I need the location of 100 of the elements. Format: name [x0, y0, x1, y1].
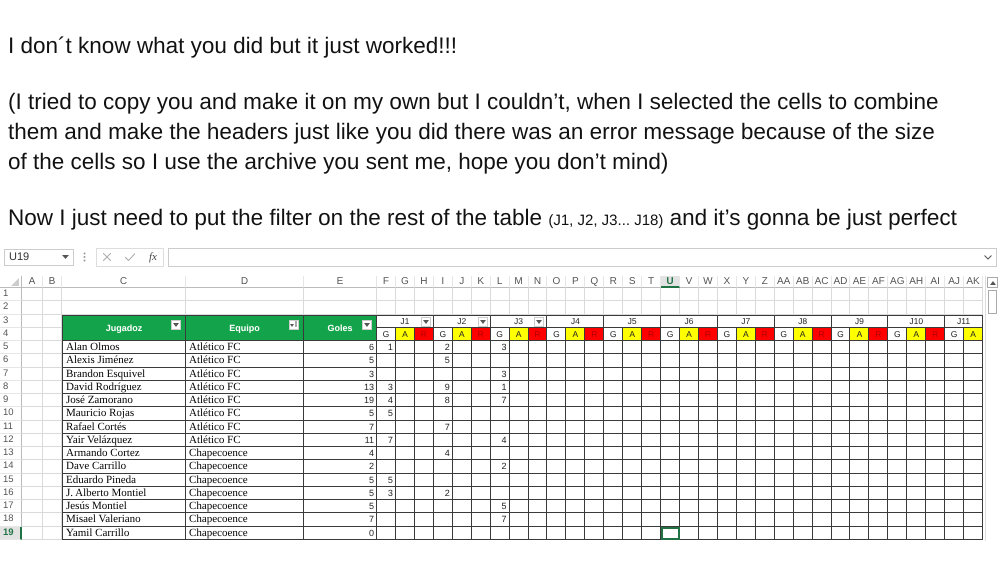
message-text: (I tried to copy you and make it on my own but I couldn’t, when I selected the cells to combine — [8, 88, 938, 116]
table-cell: 8 — [434, 394, 453, 408]
row-header[interactable]: 15 — [0, 474, 22, 487]
round-label: J8 — [798, 316, 808, 327]
column-header[interactable]: AD — [832, 276, 850, 288]
table-cell: 5 — [377, 407, 396, 420]
column-header[interactable]: Y — [736, 276, 756, 288]
table-cell: 4 — [490, 434, 510, 447]
row-header[interactable]: 7 — [0, 368, 22, 381]
column-header[interactable]: D — [186, 276, 304, 288]
row-header[interactable]: 12 — [0, 434, 22, 447]
table-cell: 9 — [434, 380, 453, 394]
table-cell: 5 — [304, 407, 377, 420]
header-label: Goles — [327, 322, 352, 334]
round-label: J10 — [909, 316, 924, 327]
column-header[interactable]: L — [490, 276, 510, 288]
row-header[interactable]: 2 — [0, 301, 22, 314]
column-header[interactable]: K — [472, 276, 491, 288]
row-header[interactable]: 16 — [0, 486, 22, 500]
table-cell: Atlético FC — [186, 354, 304, 368]
table-cell: 7 — [490, 394, 510, 408]
column-header[interactable]: N — [528, 276, 548, 288]
header-label: Jugadoz — [106, 322, 142, 334]
subheader-cell: G — [774, 328, 794, 341]
header-label: Equipo — [229, 322, 260, 334]
subheader-cell: G — [718, 328, 737, 341]
table-cell: 5 — [304, 474, 377, 487]
table-cell: Chapecoence — [186, 526, 304, 540]
column-header[interactable]: C — [62, 276, 186, 288]
row-header[interactable]: 5 — [0, 341, 22, 354]
row-header[interactable]: 14 — [0, 460, 22, 474]
row-header[interactable]: 9 — [0, 394, 22, 408]
column-header[interactable]: S — [623, 276, 642, 288]
row-header[interactable]: 3 — [0, 314, 22, 328]
column-header[interactable]: A — [22, 276, 43, 288]
column-header[interactable]: V — [680, 276, 699, 288]
row-header[interactable]: 10 — [0, 407, 22, 420]
subheader-cell: G — [604, 328, 624, 341]
column-header[interactable]: J — [452, 276, 472, 288]
row-header[interactable]: 11 — [0, 420, 22, 434]
column-header[interactable]: P — [566, 276, 586, 288]
round-label: J7 — [741, 316, 750, 327]
column-header[interactable]: E — [304, 276, 377, 288]
row-header[interactable]: 4 — [0, 328, 22, 341]
table-cell: Chapecoence — [186, 474, 304, 487]
table-cell: 5 — [304, 354, 377, 368]
row-header[interactable]: 6 — [0, 354, 22, 368]
column-header[interactable]: AB — [794, 276, 813, 288]
table-cell: 4 — [304, 447, 377, 460]
column-header[interactable]: I — [434, 276, 453, 288]
table-cell: 5 — [434, 354, 453, 368]
row-header[interactable]: 17 — [0, 500, 22, 514]
column-header[interactable]: T — [642, 276, 662, 288]
table-cell: 3 — [377, 486, 396, 500]
table-cell: Atlético FC — [186, 341, 304, 354]
column-header[interactable]: AE — [850, 276, 870, 288]
subheader-cell: G — [832, 328, 850, 341]
column-header[interactable]: W — [698, 276, 718, 288]
column-header[interactable]: AC — [812, 276, 832, 288]
column-header[interactable]: AI — [926, 276, 946, 288]
column-header[interactable]: AG — [888, 276, 908, 288]
column-header[interactable]: Z — [756, 276, 775, 288]
table-cell: Atlético FC — [186, 368, 304, 381]
table-cell: Atlético FC — [186, 420, 304, 434]
table-cell: Chapecoence — [186, 460, 304, 474]
table-cell: Chapecoence — [186, 486, 304, 500]
table-cell: Atlético FC — [186, 394, 304, 408]
column-header[interactable]: H — [414, 276, 434, 288]
table-cell: 1 — [377, 341, 396, 354]
insert-function-button[interactable]: fx — [149, 251, 157, 263]
column-header[interactable]: F — [377, 276, 396, 288]
subheader-cell: G — [377, 328, 396, 341]
message-text: Now I just need to put the filter on the rest of the table (J1, J2, J3... J18) and it’s gonna be just perfect — [8, 204, 957, 232]
column-header[interactable]: B — [43, 276, 62, 288]
table-cell: 19 — [304, 394, 377, 408]
row-header[interactable]: 13 — [0, 447, 22, 460]
message-text: of the cells so I use the archive you sent me, hope you don’t mind) — [8, 148, 668, 176]
column-header[interactable]: O — [547, 276, 566, 288]
round-label: J6 — [684, 316, 694, 327]
column-header[interactable]: R — [604, 276, 624, 288]
column-header[interactable]: AJ — [945, 276, 964, 288]
table-cell: 6 — [304, 341, 377, 354]
round-label: J11 — [957, 316, 970, 327]
column-header[interactable]: X — [718, 276, 737, 288]
table-cell: 5 — [304, 486, 377, 500]
table-cell: Atlético FC — [186, 407, 304, 420]
row-header[interactable]: 18 — [0, 513, 22, 526]
round-label: J2 — [457, 316, 466, 327]
column-header[interactable]: M — [510, 276, 528, 288]
column-header[interactable]: G — [396, 276, 415, 288]
row-header[interactable]: 8 — [0, 380, 22, 394]
row-header[interactable]: 1 — [0, 288, 22, 302]
subheader-cell: G — [434, 328, 453, 341]
column-header[interactable]: AK — [964, 276, 983, 288]
column-header[interactable]: Q — [585, 276, 604, 288]
table-cell: 7 — [304, 420, 377, 434]
column-header[interactable]: AA — [774, 276, 794, 288]
column-header[interactable]: AF — [869, 276, 888, 288]
table-cell: 3 — [490, 341, 510, 354]
column-header[interactable]: AH — [907, 276, 926, 288]
